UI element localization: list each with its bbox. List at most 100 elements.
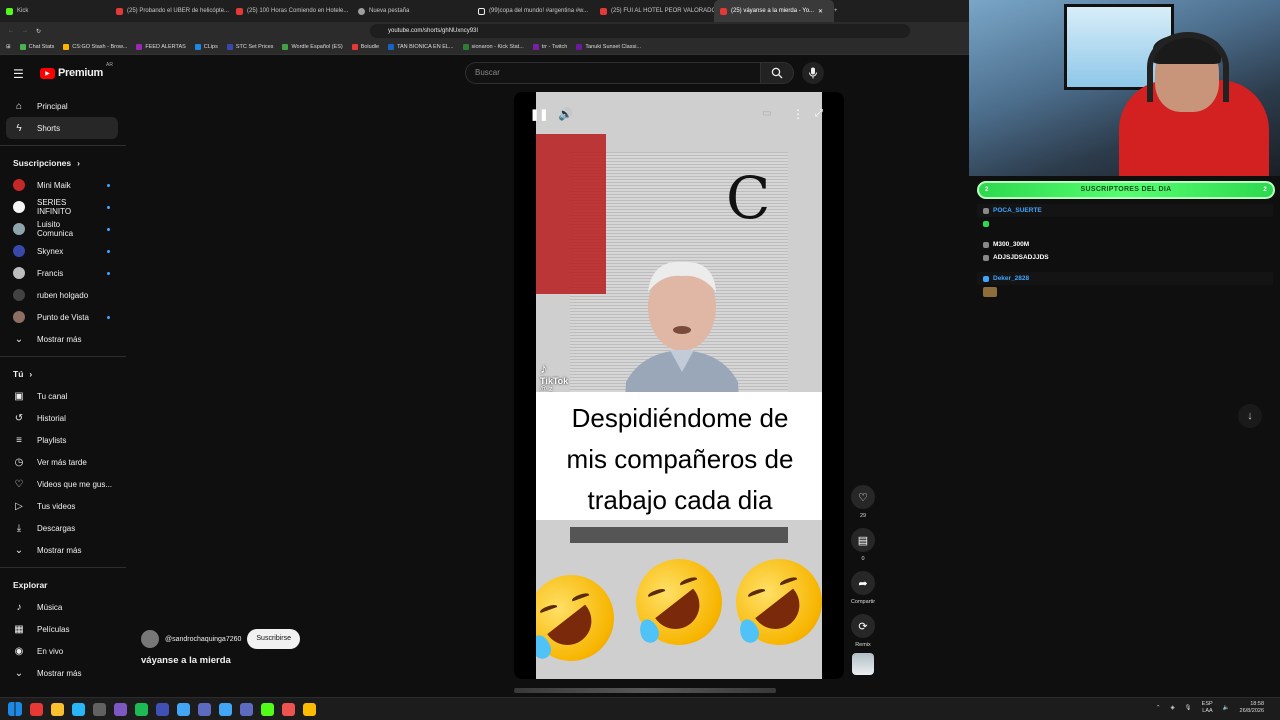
- windows-taskbar: ⌃ ◈ 🎙 ESP LAA 🔈 18:58 26/8/2026: [0, 697, 1280, 720]
- clock[interactable]: 18:58 26/8/2026: [1240, 701, 1264, 715]
- channel-name[interactable]: @sandrochaquinga7260: [165, 636, 241, 643]
- taskbar-app-icon[interactable]: [282, 702, 295, 716]
- bookmark[interactable]: TAN BIONICA EN EL...: [388, 44, 454, 50]
- taskbar-app-icon[interactable]: [261, 702, 274, 716]
- sidebar-item-videos-que-me-gus[interactable]: ♡ Videos que me gus...: [0, 473, 126, 495]
- browser-tab[interactable]: Kick: [0, 0, 110, 22]
- taskbar-app-icon[interactable]: [156, 702, 169, 716]
- video-progress-bar[interactable]: [514, 688, 776, 693]
- caption-line: trabajo cada dia: [587, 485, 773, 515]
- chat-badge-icon: [983, 275, 989, 282]
- more-options-icon[interactable]: ⋮: [792, 107, 804, 121]
- sidebar-item-descargas[interactable]: ⤓ Descargas: [0, 517, 126, 539]
- search-button[interactable]: [760, 62, 794, 84]
- new-content-dot: [107, 315, 110, 319]
- mic-icon[interactable]: 🎙: [1185, 705, 1192, 712]
- taskbar-app-icon[interactable]: [240, 702, 253, 716]
- sidebar-item-mostrar-m-s[interactable]: ⌄ Mostrar más: [0, 328, 126, 350]
- menu-icon[interactable]: ☰: [13, 67, 24, 81]
- pause-icon[interactable]: ❚❚: [530, 108, 548, 121]
- voice-search-button[interactable]: [802, 62, 824, 84]
- subscribe-button[interactable]: Suscribirse: [247, 629, 301, 649]
- bookmark[interactable]: CLips: [194, 44, 218, 50]
- bookmark[interactable]: Boludle: [351, 44, 379, 50]
- sidebar-item-en-vivo[interactable]: ◉ En vivo: [0, 640, 126, 662]
- you-header[interactable]: Tú ›: [0, 363, 126, 385]
- sidebar-item-ver-m-s-tarde[interactable]: ◷ Ver más tarde: [0, 451, 126, 473]
- remix-button[interactable]: ⟳ Remix: [851, 614, 875, 648]
- sidebar-item-historial[interactable]: ↺ Historial: [0, 407, 126, 429]
- sidebar-item-tus-videos[interactable]: ▷ Tus videos: [0, 495, 126, 517]
- captions-icon[interactable]: ▭: [762, 108, 771, 119]
- subscription-item[interactable]: SERIES INFINITO: [0, 196, 126, 218]
- subscription-item[interactable]: Luisito Comunica: [0, 218, 126, 240]
- forward-icon[interactable]: →: [22, 28, 28, 34]
- network-icon[interactable]: ◈: [1170, 705, 1174, 712]
- browser-tab[interactable]: (25) 100 Horas Comiendo en Hotele...: [230, 0, 352, 22]
- search-input[interactable]: Buscar: [465, 62, 760, 84]
- youtube-logo[interactable]: ▶ Premium AR: [40, 62, 113, 79]
- bookmark[interactable]: trr - Twitch: [532, 44, 567, 50]
- apps-icon[interactable]: ⊞: [6, 44, 11, 50]
- subscription-item[interactable]: Skynex: [0, 240, 126, 262]
- subscription-item[interactable]: Mini Maik: [0, 174, 126, 196]
- bookmark[interactable]: sionaron - Kick Stat...: [462, 44, 524, 50]
- taskbar-app-icon[interactable]: [135, 702, 148, 716]
- taskbar-app-icon[interactable]: [198, 702, 211, 716]
- bookmark-icon: [351, 44, 358, 50]
- tab-label: (25) Probando el UBER de helicópte...: [127, 8, 230, 14]
- taskbar-app-icon[interactable]: [30, 702, 43, 716]
- subscription-item[interactable]: ruben holgado: [0, 284, 126, 306]
- reload-icon[interactable]: ↻: [36, 28, 41, 35]
- taskbar-app-icon[interactable]: [93, 702, 106, 716]
- subscription-item[interactable]: Francis: [0, 262, 126, 284]
- share-button[interactable]: ➦ Compartir: [851, 571, 875, 605]
- bookmark[interactable]: STC Set Prices: [226, 44, 273, 50]
- browser-tab[interactable]: Nueva pestaña: [352, 0, 472, 22]
- sidebar-item-m-sica[interactable]: ♪ Música: [0, 596, 126, 618]
- bookmark[interactable]: FEED ALERTAS: [136, 44, 186, 50]
- channel-avatar[interactable]: [141, 630, 159, 648]
- taskbar-app-icon[interactable]: [114, 702, 127, 716]
- browser-tab[interactable]: (25) Probando el UBER de helicópte...: [110, 0, 230, 22]
- sidebar-item-principal[interactable]: ⌂ Principal: [0, 95, 126, 117]
- sidebar-item-shorts[interactable]: ϟ Shorts: [6, 117, 118, 139]
- bookmark[interactable]: Wordle Español (ES): [282, 44, 343, 50]
- bookmark-label: FEED ALERTAS: [145, 44, 186, 50]
- sidebar-item-mostrar-m-s[interactable]: ⌄ Mostrar más: [0, 539, 126, 561]
- sidebar-item-mostrar-m-s[interactable]: ⌄ Mostrar más: [0, 662, 126, 684]
- sidebar-item-pel-culas[interactable]: ▦ Películas: [0, 618, 126, 640]
- browser-tab[interactable]: (25) váyanse a la mierda - Yo... ✕: [714, 0, 834, 22]
- taskbar-app-icon[interactable]: [303, 702, 316, 716]
- sidebar-item-label: Playlists: [37, 435, 67, 445]
- taskbar-app-icon[interactable]: [219, 702, 232, 716]
- fullscreen-icon[interactable]: ⤢: [815, 108, 823, 119]
- url-bar[interactable]: youtube.com/shorts/ghNUxncy93I: [370, 24, 910, 38]
- language-indicator[interactable]: ESP LAA: [1202, 701, 1213, 715]
- sidebar-item-playlists[interactable]: ≡ Playlists: [0, 429, 126, 451]
- comment-button[interactable]: ▤ 0: [851, 528, 875, 562]
- shorts-player[interactable]: C ♪ TikTok @ z Despidiéndome de mis comp…: [514, 92, 844, 679]
- sidebar-item-tu-canal[interactable]: ▣ Tu canal: [0, 385, 126, 407]
- studio-red-panel: [536, 134, 606, 294]
- taskbar-app-icon[interactable]: [72, 702, 85, 716]
- bookmark[interactable]: CS:GO Stash - Brow...: [63, 44, 127, 50]
- like-button[interactable]: ♡ 29: [851, 485, 875, 519]
- taskbar-app-icon[interactable]: [51, 702, 64, 716]
- youtube-icon: [236, 7, 243, 15]
- channel-thumbnail[interactable]: [852, 653, 874, 675]
- bookmark[interactable]: Chat Stats: [19, 44, 54, 50]
- speaker-icon[interactable]: 🔈: [1223, 705, 1230, 712]
- browser-tab[interactable]: (25) FUI AL HOTEL PEOR VALORADO...: [594, 0, 714, 22]
- back-icon[interactable]: ←: [8, 28, 14, 34]
- subscription-item[interactable]: Punto de Vista: [0, 306, 126, 328]
- volume-icon[interactable]: 🔊: [558, 107, 573, 121]
- close-icon[interactable]: ✕: [818, 8, 823, 15]
- windows-start-icon[interactable]: [8, 702, 22, 716]
- chevron-up-icon[interactable]: ⌃: [1156, 705, 1161, 712]
- new-tab-icon[interactable]: +: [834, 8, 838, 14]
- bookmark[interactable]: Tanuki Sunset Classi...: [576, 44, 641, 50]
- subscriptions-header[interactable]: Suscripciones ›: [0, 152, 126, 174]
- browser-tab[interactable]: (99)copa del mundo! #argentina #w...: [472, 0, 594, 22]
- taskbar-app-icon[interactable]: [177, 702, 190, 716]
